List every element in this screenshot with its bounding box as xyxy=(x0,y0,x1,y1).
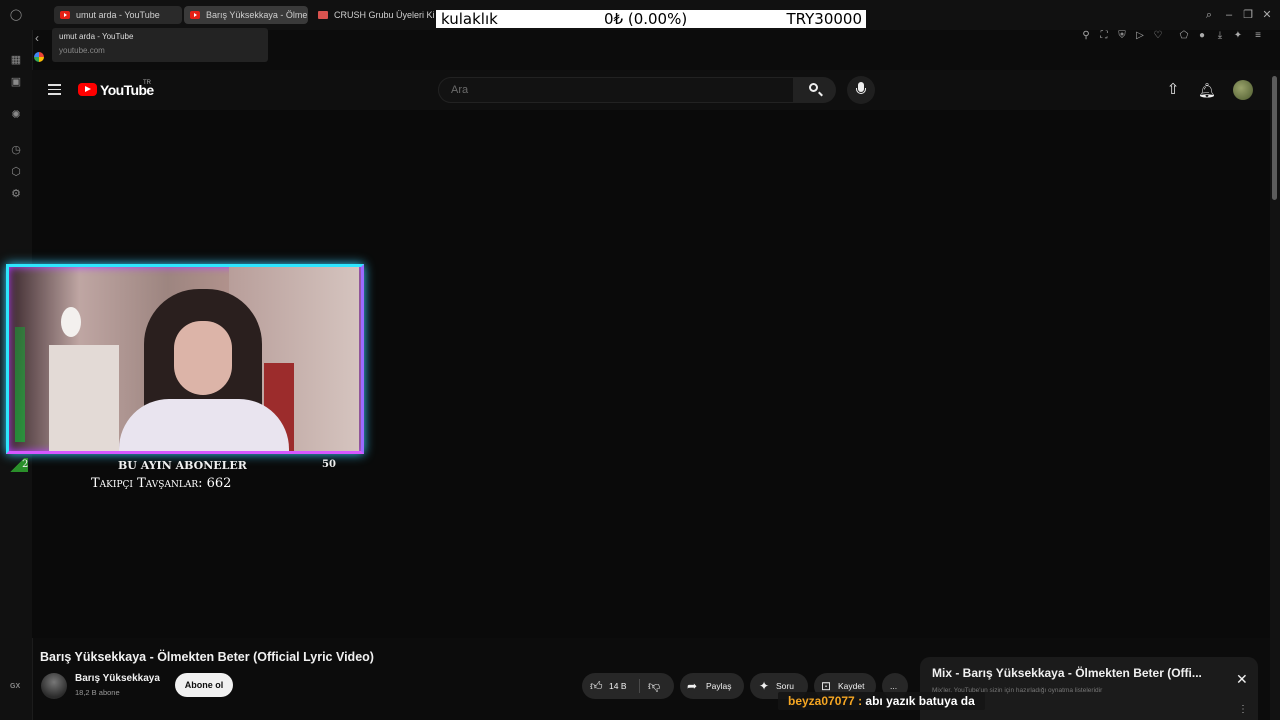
webcam-light-strip xyxy=(15,327,25,442)
like-divider xyxy=(639,679,640,693)
chat-message-text: abı yazık batuya da xyxy=(865,694,975,708)
account-avatar[interactable] xyxy=(1233,80,1253,100)
ticker-product: kulaklık xyxy=(441,10,498,28)
voice-search-button[interactable] xyxy=(847,76,875,104)
channel-name[interactable]: Barış Yüksekkaya xyxy=(75,673,160,684)
like-dislike-group: 👍︎ 14 B 👎︎ xyxy=(582,673,674,699)
messenger-icon[interactable]: ▣ xyxy=(9,75,23,89)
channel-subscriber-count: 18,2 B abone xyxy=(75,688,120,697)
monthly-subscribers-count: 50 xyxy=(322,459,336,470)
notifications-bell-icon[interactable]: 🔔︎ xyxy=(1198,82,1216,98)
more-vertical-icon[interactable]: ⋮ xyxy=(1238,704,1248,715)
snapshot-icon[interactable]: ⛶ xyxy=(1098,30,1110,42)
youtube-favicon-icon xyxy=(60,11,70,19)
gear-icon[interactable]: ⚙ xyxy=(9,187,23,201)
ticker-balance: 0₺ (0.00%) xyxy=(604,10,688,28)
like-icon[interactable]: 👍︎ xyxy=(590,673,603,699)
mix-title[interactable]: Mix - Barış Yüksekkaya - Ölmekten Beter … xyxy=(932,666,1222,680)
tab-inactive[interactable]: CRUSH Grubu Üyeleri Kim xyxy=(312,6,434,24)
webcam-streamer-face xyxy=(174,321,232,395)
search-button[interactable] xyxy=(794,77,836,103)
search-tabs-icon[interactable]: ⌕ xyxy=(1203,9,1215,21)
tab-label: umut arda - YouTube xyxy=(76,10,160,20)
mix-playlist-panel[interactable]: Mix - Barış Yüksekkaya - Ölmekten Beter … xyxy=(920,657,1258,720)
webcam-overlay xyxy=(6,264,364,454)
minimize-icon[interactable]: – xyxy=(1223,9,1235,21)
back-icon[interactable]: ‹ xyxy=(35,31,39,45)
search-input[interactable] xyxy=(449,83,783,97)
tab-label: Barış Yüksekkaya - Ölmekten xyxy=(206,10,308,20)
microphone-stand xyxy=(856,88,866,94)
chat-username: beyza07077 xyxy=(788,694,855,708)
pin-icon[interactable]: ⚲ xyxy=(1080,30,1092,42)
menu-more-icon[interactable]: ≡ xyxy=(1252,30,1264,42)
heart-icon[interactable]: ♡ xyxy=(1152,30,1164,42)
chat-message-overlay: beyza07077 : abı yazık batuya da xyxy=(778,692,985,710)
scrollbar-thumb[interactable] xyxy=(1272,76,1277,200)
hamburger-menu-icon[interactable] xyxy=(48,84,61,95)
page-scrollbar[interactable] xyxy=(1270,70,1280,720)
share-button[interactable]: ➦ Paylaş xyxy=(680,673,744,699)
youtube-favicon-icon xyxy=(190,11,200,19)
tooltip-url: youtube.com xyxy=(59,46,105,55)
close-window-icon[interactable]: ✕ xyxy=(1261,9,1273,21)
followers-counter: Takipçi Tavşanlar: 662 xyxy=(91,476,232,491)
share-icon: ➦ xyxy=(687,679,698,693)
profile-icon[interactable]: ● xyxy=(1196,30,1208,42)
extension-icon[interactable]: ⬠ xyxy=(1178,30,1190,42)
subscribe-button[interactable]: Abone ol xyxy=(175,673,233,697)
youtube-play-logo-icon xyxy=(78,83,97,96)
ai-icon[interactable]: ✦ xyxy=(1232,30,1244,42)
webcam-dresser xyxy=(49,345,119,451)
youtube-header: YouTube TR ⇧ 🔔︎ xyxy=(32,70,1270,110)
site-favicon-icon xyxy=(318,11,328,19)
share-label: Paylaş xyxy=(706,681,732,691)
close-icon[interactable]: ✕ xyxy=(1236,672,1248,686)
webcam-flowers xyxy=(61,307,81,337)
like-count[interactable]: 14 B xyxy=(609,673,627,699)
tab-tooltip: umut arda - YouTube youtube.com xyxy=(52,28,268,62)
play-icon[interactable]: ▷ xyxy=(1134,30,1146,42)
dislike-icon[interactable]: 👎︎ xyxy=(648,673,660,699)
tab-active[interactable]: umut arda - YouTube xyxy=(54,6,182,24)
overlay-left-count: 2 xyxy=(22,459,29,470)
sparkle-icon: ✦ xyxy=(759,679,770,693)
tooltip-title: umut arda - YouTube xyxy=(59,32,134,41)
channel-avatar[interactable] xyxy=(41,673,67,699)
webcam-streamer-shirt xyxy=(119,399,289,451)
video-title: Barış Yüksekkaya - Ölmekten Beter (Offic… xyxy=(40,650,374,664)
chat-separator: : xyxy=(858,694,863,708)
google-bookmark-icon[interactable] xyxy=(34,52,44,62)
history-icon[interactable]: ◷ xyxy=(9,143,23,157)
gx-badge: GX xyxy=(10,683,21,690)
search-icon xyxy=(809,83,818,92)
whatsapp-icon[interactable]: ▦ xyxy=(9,53,23,67)
country-code: TR xyxy=(143,80,151,86)
search-box xyxy=(438,77,794,103)
shield-icon[interactable]: ⛨ xyxy=(1116,30,1128,42)
ticker-goal: TRY30000 xyxy=(786,10,862,28)
upload-icon[interactable]: ⇧ xyxy=(1166,82,1180,98)
maximize-icon[interactable]: ❐ xyxy=(1242,9,1254,21)
tab-inactive[interactable]: Barış Yüksekkaya - Ölmekten xyxy=(184,6,308,24)
monthly-subscribers-label: BU AYIN ABONELER xyxy=(118,459,247,472)
download-icon[interactable]: ⤓ xyxy=(1214,30,1226,42)
stream-goal-ticker: kulaklık 0₺ (0.00%) TRY30000 xyxy=(436,10,866,28)
tab-label: CRUSH Grubu Üyeleri Kim xyxy=(334,10,434,20)
address-bar-actions: ⚲ ⛶ ⛨ ▷ ♡ ⬠ ● ⤓ ✦ ≡ xyxy=(1080,30,1270,44)
settings-icon[interactable]: ✺ xyxy=(9,108,23,122)
opera-icon[interactable]: ◯ xyxy=(9,8,23,22)
extensions-icon[interactable]: ⬡ xyxy=(9,165,23,179)
